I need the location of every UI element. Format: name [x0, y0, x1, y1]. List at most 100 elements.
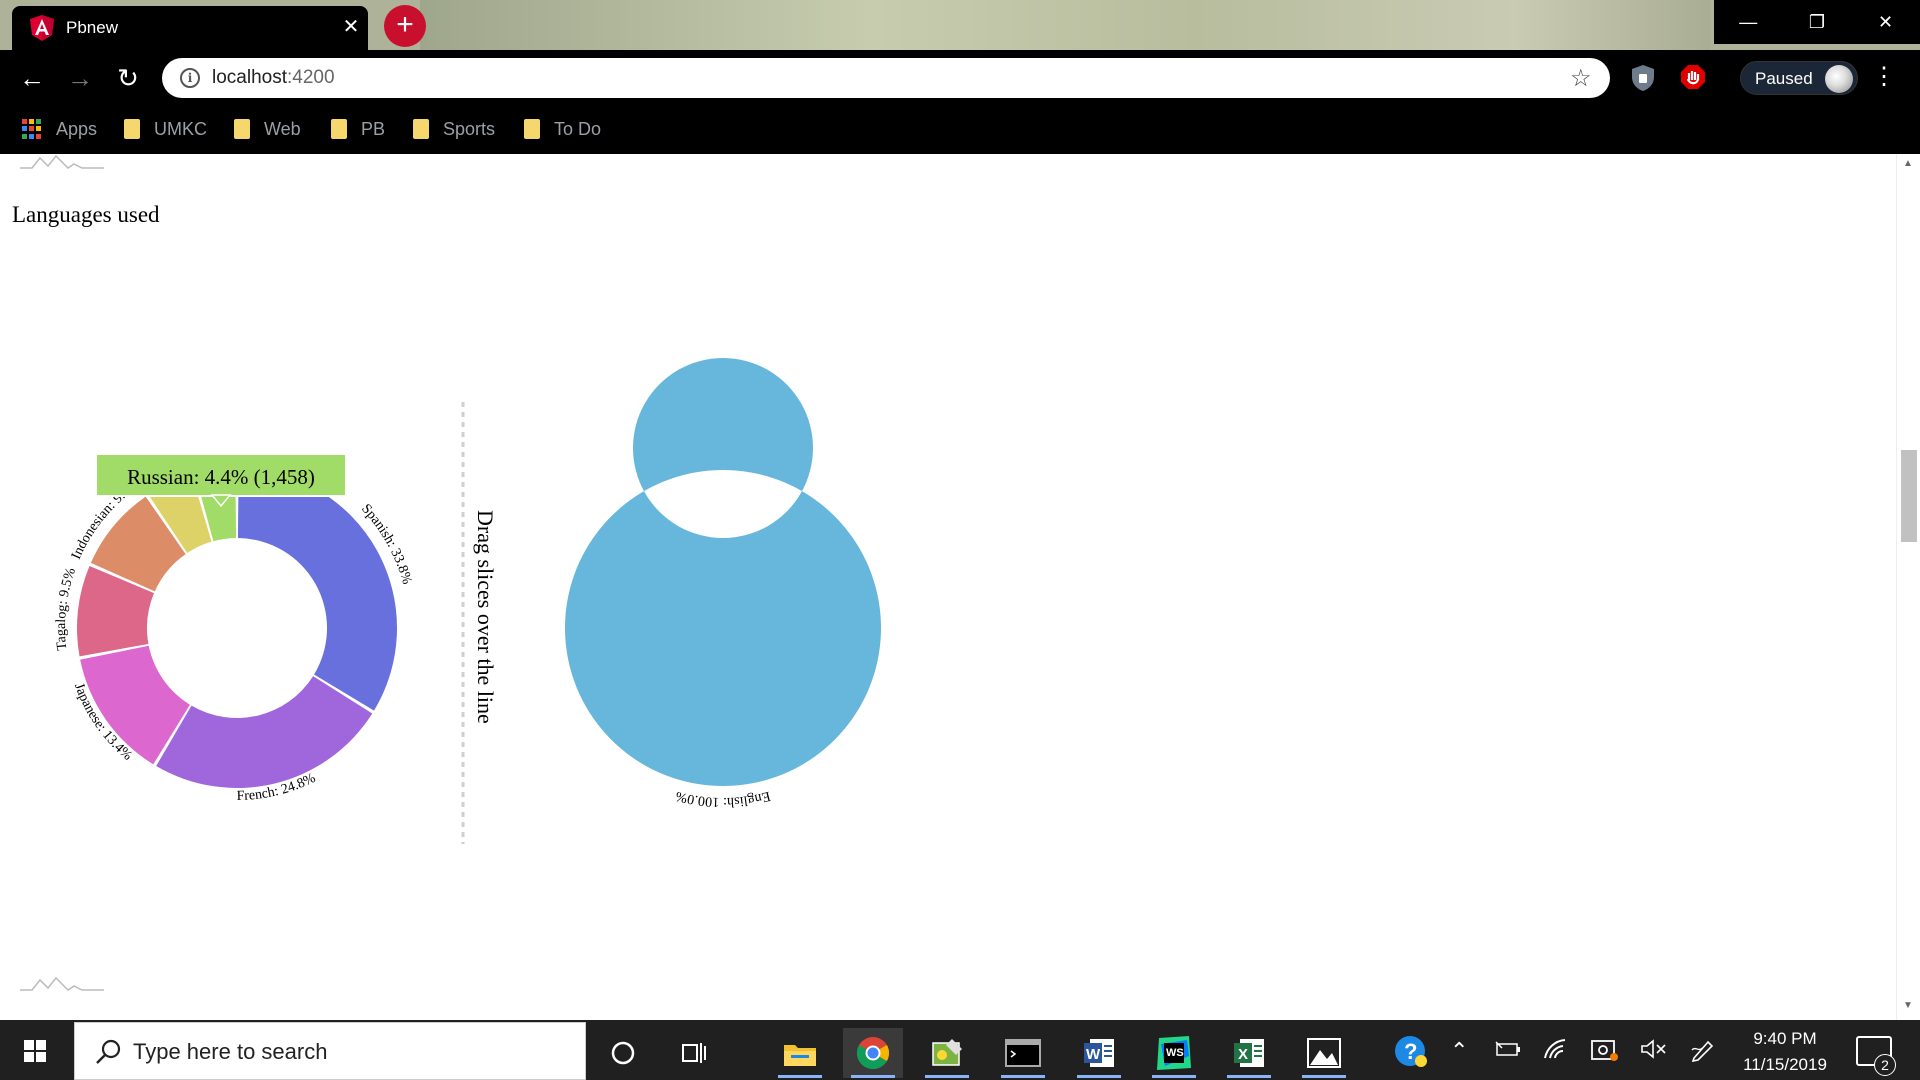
chart-logo-icon — [20, 976, 104, 991]
profile-button[interactable]: Paused — [1740, 61, 1858, 95]
meet-now-icon[interactable] — [1590, 1038, 1618, 1068]
bookmark-label: UMKC — [154, 118, 207, 139]
bookmark-todo[interactable]: To Do — [524, 115, 601, 143]
tooltip-text: Russian: 4.4% (1,458) — [127, 465, 315, 489]
svg-text:WS: WS — [1166, 1047, 1184, 1059]
pen-icon[interactable] — [1690, 1038, 1716, 1068]
taskbar-search[interactable]: Type here to search — [74, 1022, 586, 1080]
bookmarks-bar: Apps UMKC Web PB Sports To Do — [0, 105, 1920, 154]
url-port: :4200 — [287, 67, 335, 88]
windows-start-icon[interactable] — [12, 1034, 58, 1068]
restore-icon[interactable]: ❐ — [1783, 0, 1852, 44]
forward-arrow-icon[interactable]: → — [64, 62, 96, 94]
bookmark-web[interactable]: Web — [234, 115, 301, 143]
shield-extension-icon[interactable] — [1630, 64, 1656, 92]
browser-titlebar: Pbnew ✕ + — ❐ ✕ — [0, 0, 1920, 50]
svg-text:X: X — [1238, 1046, 1248, 1063]
plus-icon[interactable]: + — [384, 5, 426, 47]
slice-label-text: English: 100.0% — [674, 788, 772, 809]
running-indicator — [1077, 1075, 1121, 1078]
tab-title: Pbnew — [66, 18, 118, 37]
running-indicator — [1302, 1075, 1346, 1078]
close-window-icon[interactable]: ✕ — [1851, 0, 1920, 44]
cortana-icon[interactable] — [593, 1028, 653, 1078]
donut-chart-2: English: 100.0% — [564, 358, 881, 809]
folder-icon — [124, 119, 140, 139]
running-indicator — [1152, 1075, 1196, 1078]
divider-label: Drag slices over the line — [473, 510, 498, 724]
bookmark-label: Apps — [56, 118, 98, 139]
system-clock[interactable]: 9:40 PM 11/15/2019 — [1730, 1026, 1840, 1078]
avatar — [1825, 65, 1853, 93]
screen: Pbnew ✕ + — ❐ ✕ ← → ↻ i localhost:4200 ☆ — [0, 0, 1920, 1080]
word-icon[interactable]: W — [1069, 1028, 1129, 1078]
file-explorer-icon[interactable] — [770, 1028, 830, 1078]
window-controls: — ❐ ✕ — [1714, 0, 1920, 44]
scroll-down-icon[interactable]: ▼ — [1903, 1000, 1913, 1011]
browser-tab[interactable]: Pbnew ✕ — [12, 6, 368, 50]
close-icon[interactable]: ✕ — [338, 14, 364, 40]
donut-chart-1: Spanish: 33.8%French: 24.8%Japanese: 13.… — [54, 468, 414, 804]
bookmark-umkc[interactable]: UMKC — [124, 115, 207, 143]
bookmark-label: Web — [264, 118, 301, 139]
clock-time: 9:40 PM — [1753, 1029, 1817, 1048]
photos-icon[interactable] — [1294, 1028, 1354, 1078]
battery-icon[interactable] — [1494, 1038, 1522, 1066]
search-icon — [96, 1039, 121, 1064]
bookmark-pb[interactable]: PB — [331, 115, 385, 143]
windows-taskbar: Type here to search W WS X ? ⌃ 9:40 PM 1… — [0, 1020, 1920, 1080]
folder-icon — [234, 119, 250, 139]
slice-label-text: Tagalog: 9.5% — [54, 566, 79, 651]
bookmark-label: PB — [361, 118, 386, 139]
excel-icon[interactable]: X — [1219, 1028, 1279, 1078]
page-content: Languages used Spanish: 33.8% French: 24.… — [0, 154, 1896, 1020]
chrome-icon[interactable] — [843, 1028, 903, 1078]
info-icon[interactable]: i — [180, 68, 200, 88]
running-indicator — [925, 1075, 969, 1078]
angular-icon — [30, 15, 54, 41]
mute-volume-icon[interactable] — [1640, 1038, 1668, 1066]
bookmark-label: Sports — [443, 118, 496, 139]
scroll-thumb[interactable] — [1901, 450, 1917, 542]
url-text[interactable]: localhost:4200 — [212, 67, 335, 89]
search-placeholder: Type here to search — [133, 1039, 328, 1064]
wifi-icon[interactable] — [1543, 1038, 1571, 1066]
folder-icon — [331, 119, 347, 139]
apps-grid-icon — [22, 119, 42, 139]
reload-icon[interactable]: ↻ — [112, 62, 144, 94]
url-host: localhost — [212, 67, 287, 88]
scroll-up-icon[interactable]: ▲ — [1903, 158, 1913, 169]
paint-icon[interactable] — [917, 1028, 977, 1078]
charts-area: Spanish: 33.8%French: 24.8%Japanese: 13.… — [54, 358, 881, 844]
running-indicator — [1227, 1075, 1271, 1078]
slice-english[interactable] — [564, 358, 881, 787]
profile-status: Paused — [1755, 69, 1813, 88]
window-background — [420, 0, 1710, 50]
running-indicator — [851, 1075, 895, 1078]
adblock-extension-icon[interactable] — [1680, 64, 1706, 92]
svg-text:W: W — [1086, 1046, 1101, 1063]
chevron-up-icon[interactable]: ⌃ — [1450, 1038, 1468, 1064]
bookmark-sports[interactable]: Sports — [413, 115, 495, 143]
slice-label: Tagalog: 9.5% — [54, 566, 79, 651]
task-view-icon[interactable] — [665, 1028, 725, 1078]
address-bar[interactable]: i localhost:4200 ☆ — [162, 58, 1610, 98]
folder-icon — [413, 119, 429, 139]
running-indicator — [778, 1075, 822, 1078]
star-icon[interactable]: ☆ — [1570, 64, 1592, 93]
slice-french[interactable] — [156, 676, 373, 788]
more-menu-icon[interactable]: ⋮ — [1872, 62, 1896, 92]
slice-spanish[interactable] — [237, 468, 398, 711]
clock-date: 11/15/2019 — [1743, 1055, 1827, 1074]
running-indicator — [1001, 1075, 1045, 1078]
terminal-icon[interactable] — [993, 1028, 1053, 1078]
back-arrow-icon[interactable]: ← — [16, 62, 48, 94]
slice-label: English: 100.0% — [674, 788, 772, 809]
scrollbar[interactable]: ▲ ▼ — [1896, 154, 1920, 1020]
browser-toolbar: ← → ↻ i localhost:4200 ☆ Paused ⋮ — [0, 50, 1920, 105]
minimize-icon[interactable]: — — [1714, 0, 1783, 44]
webstorm-icon[interactable]: WS — [1144, 1028, 1204, 1078]
bookmark-label: To Do — [554, 118, 602, 139]
bookmark-apps[interactable]: Apps — [22, 115, 97, 143]
help-icon[interactable]: ? — [1393, 1034, 1427, 1074]
